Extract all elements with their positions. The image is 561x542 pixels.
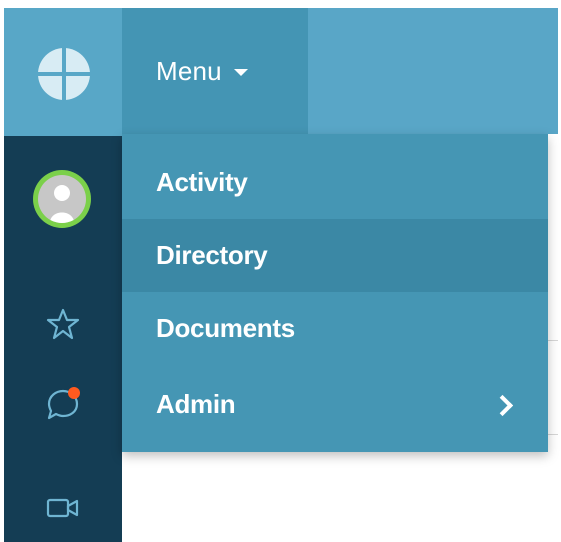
menu-item-activity[interactable]: Activity	[122, 146, 548, 219]
menu-item-directory[interactable]: Directory	[122, 219, 548, 292]
app-frame: Menu Activity Directory Documents Admin	[0, 0, 561, 542]
menu-item-admin[interactable]: Admin	[122, 368, 548, 441]
logo-cell[interactable]	[4, 8, 122, 136]
caret-down-icon	[233, 68, 248, 76]
chevron-right-icon	[491, 394, 514, 416]
menu-item-label: Admin	[156, 389, 236, 419]
top-border	[0, 0, 561, 8]
avatar[interactable]	[33, 170, 91, 228]
menu-label: Menu	[156, 55, 222, 86]
menu-item-label: Directory	[156, 240, 268, 270]
avatar-image	[38, 175, 86, 223]
video-icon[interactable]	[43, 488, 83, 528]
star-icon[interactable]	[43, 304, 83, 344]
menu-item-label: Documents	[156, 313, 295, 343]
menu-item-documents[interactable]: Documents	[122, 292, 548, 365]
notification-badge	[68, 387, 80, 399]
menu-dropdown: Activity Directory Documents Admin	[122, 134, 548, 452]
menu-item-label: Activity	[156, 167, 248, 197]
chat-icon[interactable]	[43, 384, 83, 424]
logo-icon	[36, 46, 92, 102]
menu-button[interactable]: Menu	[122, 8, 308, 134]
user-silhouette-icon	[50, 185, 74, 223]
